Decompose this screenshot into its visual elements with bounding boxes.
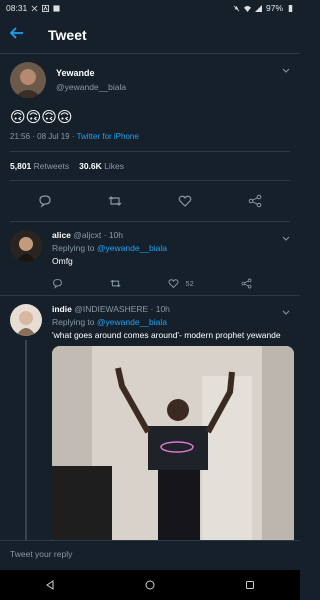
reply-tweet[interactable]: indie @INDIEWASHERE · 10h Replying to @y… [0, 296, 300, 600]
share-icon[interactable] [247, 193, 263, 209]
tweet-source-link[interactable]: Twitter for iPhone [77, 132, 139, 141]
chevron-down-icon[interactable] [282, 308, 290, 318]
like-icon [168, 279, 179, 289]
tweet-actions [10, 181, 290, 222]
tweet-meta: 21:56 · 08 Jul 19 · Twitter for iPhone [10, 132, 290, 152]
page-title: Tweet [48, 26, 87, 43]
status-bar: 08:31 97% [0, 0, 300, 16]
status-time: 08:31 [6, 3, 28, 13]
handle-time: @aljcxt · 10h [73, 230, 124, 240]
video-thumbnail[interactable] [52, 346, 294, 546]
mention-link[interactable]: @yewande__biala [97, 317, 167, 327]
retweet-icon[interactable] [107, 193, 123, 209]
chevron-down-icon[interactable] [282, 66, 290, 76]
tweet-timestamp: 21:56 · 08 Jul 19 · [10, 132, 77, 141]
like-count: 52 [185, 279, 194, 288]
reply-icon[interactable] [52, 278, 63, 289]
battery-icon [288, 4, 293, 12]
display-name[interactable]: alice [52, 230, 71, 240]
system-nav-bar [0, 570, 300, 600]
likes-stat[interactable]: 30.6K Likes [79, 161, 124, 171]
replying-to: Replying to @yewande__biala [52, 243, 167, 253]
reply-tweet[interactable]: alice @aljcxt · 10h Replying to @yewande… [0, 222, 300, 296]
notification-icon [31, 5, 38, 11]
avatar[interactable] [10, 62, 46, 98]
handle[interactable]: @yewande__biala [56, 82, 126, 92]
top-bar: Tweet [0, 16, 300, 54]
reply-text: Omfg [52, 256, 73, 266]
handle-time: @INDIEWASHERE · 10h [74, 304, 170, 314]
chevron-down-icon[interactable] [282, 234, 290, 244]
reply-text: 'what goes around comes around'- modern … [52, 330, 281, 340]
mute-icon [233, 5, 240, 11]
display-name[interactable]: indie [52, 304, 72, 314]
reply-actions: 52 [52, 278, 252, 289]
avatar[interactable] [10, 304, 42, 336]
reply-icon[interactable] [37, 193, 53, 209]
back-arrow-icon[interactable] [9, 26, 34, 44]
tweet-text: 🙃🙃🙃🙃 [10, 109, 73, 126]
like-icon[interactable] [177, 193, 193, 209]
app-notification-icon [42, 4, 50, 12]
like-button[interactable]: 52 [168, 278, 194, 289]
tweet-stats: 5,801 Retweets 30.6K Likes [10, 152, 290, 181]
nav-home-icon[interactable] [143, 578, 157, 592]
compose-placeholder: Tweet your reply [10, 549, 73, 559]
wifi-icon [243, 5, 251, 12]
battery-percent: 97% [265, 3, 283, 13]
replying-to: Replying to @yewande__biala [52, 317, 167, 327]
main-tweet: Yewande @yewande__biala 🙃🙃🙃🙃 21:56 · 08 … [0, 54, 300, 222]
display-name[interactable]: Yewande [56, 68, 126, 78]
mention-link[interactable]: @yewande__biala [97, 243, 167, 253]
nav-recents-icon[interactable] [243, 578, 257, 592]
retweet-icon[interactable] [110, 278, 121, 289]
reply-compose-field[interactable]: Tweet your reply [0, 540, 300, 570]
avatar[interactable] [10, 230, 42, 262]
nav-back-icon[interactable] [43, 578, 57, 592]
retweets-stat[interactable]: 5,801 Retweets [10, 161, 69, 171]
share-icon[interactable] [241, 278, 252, 289]
signal-icon [254, 4, 262, 12]
image-notification-icon [53, 4, 60, 12]
